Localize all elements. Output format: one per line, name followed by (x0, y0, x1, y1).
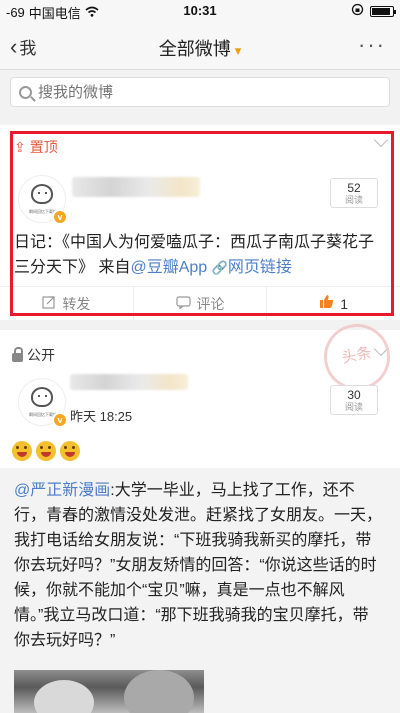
source-link[interactable]: @豆瓣App (130, 259, 207, 276)
like-count: 1 (340, 295, 349, 312)
comment-label: 评论 (196, 295, 225, 312)
pin-label: 置顶 (29, 139, 58, 155)
comment-icon (175, 295, 191, 312)
status-bar: -69 中国电信 10:31 (0, 0, 400, 22)
post-text: 日记：《中国人为何爱嗑瓜子：西瓜子南瓜子葵花子三分天下》 来自@豆瓣App 🔗网… (14, 230, 384, 280)
post-time: 昨天 18:25 (70, 409, 133, 424)
repost-button[interactable]: 转发 (0, 287, 134, 320)
emoji-row (12, 441, 80, 461)
verified-badge-icon: v (52, 209, 68, 225)
post-menu-chevron-icon[interactable] (373, 132, 389, 148)
username-blurred[interactable] (70, 374, 188, 390)
avatar-face-icon (31, 184, 53, 204)
laughing-emoji-icon (36, 441, 56, 461)
avatar[interactable]: 瞬间回忆下载地 v (18, 378, 68, 428)
repost-icon (42, 295, 56, 312)
avatar-face-icon (31, 387, 53, 407)
post-action-bar: 转发 评论 1 (0, 286, 400, 320)
laughing-emoji-icon (60, 441, 80, 461)
pinned-post-card[interactable]: ⇪ 置顶 瞬间回忆下载地 v 52 阅读 日记：《中国人为何爱嗑瓜子：西瓜子南瓜… (0, 125, 400, 320)
read-count: 30 (347, 388, 361, 402)
search-icon (19, 85, 32, 99)
repost-image[interactable] (14, 670, 204, 713)
reposted-content[interactable]: @严正新漫画:大学一毕业，马上找了工作，还不行，青春的激情没处发泄。赶紧找了女朋… (0, 468, 400, 713)
read-count-badge: 30 阅读 (330, 385, 378, 415)
lock-icon (12, 346, 23, 362)
web-link[interactable]: 网页链接 (228, 259, 292, 276)
laughing-emoji-icon (12, 441, 32, 461)
comment-button[interactable]: 评论 (134, 287, 268, 320)
read-count: 52 (347, 181, 361, 195)
visibility-row: 公开 (12, 345, 55, 365)
battery-icon (370, 5, 396, 17)
search-input[interactable] (38, 83, 358, 101)
nav-bar: ‹ 我 全部微博 ▾ ··· (0, 22, 400, 70)
pin-icon: ⇪ (14, 138, 26, 155)
search-box[interactable] (10, 77, 390, 107)
page-title-text: 全部微博 (158, 39, 231, 59)
page-title[interactable]: 全部微博 ▾ (0, 35, 400, 61)
visibility-label: 公开 (27, 347, 55, 363)
pin-label-row: ⇪ 置顶 (14, 137, 58, 157)
repost-body: :大学一毕业，马上找了工作，还不行，青春的激情没处发泄。赶紧找了女朋友。一天，我… (14, 482, 383, 649)
thumbs-up-icon (319, 294, 334, 313)
read-count-label: 阅读 (344, 402, 363, 412)
rotation-lock-icon (351, 3, 364, 19)
search-bar (0, 70, 400, 114)
read-count-label: 阅读 (344, 195, 363, 205)
link-icon: 🔗 (211, 260, 228, 275)
username-blurred[interactable] (72, 177, 200, 197)
chevron-down-icon: ▾ (234, 43, 242, 58)
verified-badge-icon: v (52, 412, 68, 428)
avatar[interactable]: 瞬间回忆下载地 v (18, 175, 68, 225)
repost-label: 转发 (62, 295, 91, 312)
read-count-badge: 52 阅读 (330, 178, 378, 208)
clock: 10:31 (183, 3, 217, 18)
like-button[interactable]: 1 (267, 287, 400, 320)
repost-author-link[interactable]: @严正新漫画 (14, 482, 110, 499)
public-post-card[interactable]: 公开 头条 瞬间回忆下载地 v 昨天 18:25 30 阅读 @严正新漫画:大学… (0, 317, 400, 713)
repost-text: @严正新漫画:大学一毕业，马上找了工作，还不行，青春的激情没处发泄。赶紧找了女朋… (14, 478, 384, 653)
more-button[interactable]: ··· (358, 32, 386, 58)
